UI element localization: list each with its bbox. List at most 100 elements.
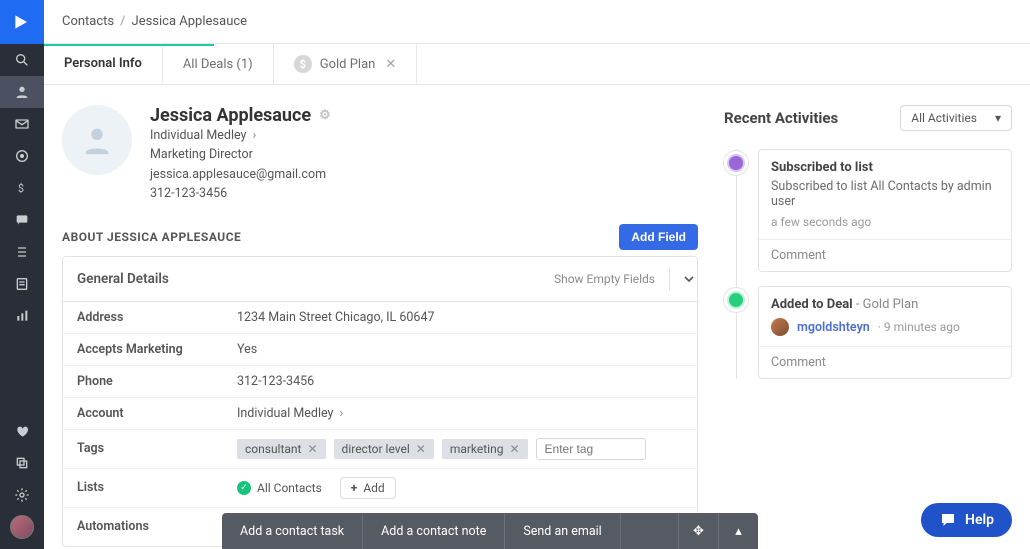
activity-sub: Subscribed to list All Contacts by admin… [771,179,999,209]
tag-remove-icon[interactable]: ✕ [509,442,519,456]
breadcrumb: Contacts / Jessica Applesauce [44,0,1030,44]
envelope-icon [14,116,30,132]
user-avatar-icon [771,318,789,336]
field-label-address: Address [77,310,237,325]
caret-down-icon: ▾ [995,111,1001,125]
tag-remove-icon[interactable]: ✕ [307,442,317,456]
list-chip[interactable]: ✓All Contacts [237,478,332,498]
activity-item: Added to Deal - Gold Plan mgoldshteyn · … [758,286,1012,379]
tag-chip[interactable]: director level✕ [334,439,434,459]
activities-filter-select[interactable]: All Activities ▾ [900,105,1012,131]
field-label-accepts: Accepts Marketing [77,342,237,357]
activity-comment-link[interactable]: Comment [759,239,1011,271]
gear-icon[interactable]: ⚙ [319,108,331,123]
nav-settings[interactable] [0,479,44,511]
heart-icon [14,423,30,439]
app-logo[interactable] [0,0,44,44]
field-value-lists: ✓All Contacts +Add [237,477,683,499]
form-icon [14,276,30,292]
contact-email[interactable]: jessica.applesauce@gmail.com [150,165,331,184]
send-email-button[interactable]: Send an email [505,513,620,549]
collapse-action-bar[interactable]: ▴ [718,513,758,549]
panel-title: General Details [77,271,169,287]
activity-title: Subscribed to list [771,160,873,175]
nav-automations[interactable] [0,140,44,172]
dollar-icon: $ [14,180,30,196]
about-heading: ABOUT JESSICA APPLESAUCE [62,230,241,244]
activity-time: a few seconds ago [771,215,999,229]
field-value-account[interactable]: Individual Medley [237,406,683,421]
tab-all-deals[interactable]: All Deals (1) [163,44,274,84]
field-value-accepts[interactable]: Yes [237,342,683,357]
help-widget[interactable]: Help [921,503,1012,537]
tab-personal-info[interactable]: Personal Info [44,44,163,84]
nav-campaigns[interactable] [0,108,44,140]
contact-company[interactable]: Individual Medley [150,126,331,145]
tab-label: Gold Plan [320,57,376,72]
nav-contacts[interactable] [0,76,44,108]
field-value-tags: consultant✕ director level✕ marketing✕ [237,438,683,460]
progress-indicator [44,44,214,46]
field-value-address[interactable]: 1234 Main Street Chicago, IL 60647 [237,310,683,325]
help-label: Help [965,512,994,528]
tag-chip[interactable]: marketing✕ [442,439,528,459]
contact-avatar[interactable] [62,105,132,175]
field-label-tags: Tags [77,441,237,456]
activity-time: · 9 minutes ago [878,320,960,334]
breadcrumb-sep: / [120,14,125,29]
close-icon[interactable]: ✕ [385,57,396,72]
tag-remove-icon[interactable]: ✕ [416,442,426,456]
activity-title: Added to Deal [771,297,853,312]
nav-conversations[interactable] [0,204,44,236]
field-label-automations: Automations [77,519,237,534]
chart-icon [14,308,30,324]
list-icon [14,244,30,260]
tab-label: All Deals (1) [183,57,253,72]
add-field-button[interactable]: Add Field [619,224,698,250]
tab-bar: Personal Info All Deals (1) $ Gold Plan … [44,44,1030,85]
activity-deal-icon [724,288,748,312]
field-label-lists: Lists [77,480,237,495]
plus-icon: + [351,481,358,495]
add-note-button[interactable]: Add a contact note [363,513,505,549]
main-area: Contacts / Jessica Applesauce Personal I… [44,0,1030,549]
user-avatar-small [10,515,34,539]
chat-icon [14,212,30,228]
caret-up-icon: ▴ [735,524,742,539]
contact-name: Jessica Applesauce ⚙ [150,105,331,126]
nav-profile[interactable] [0,511,44,543]
search-icon [14,52,30,68]
quick-action-bar: Add a contact task Add a contact note Se… [222,513,758,549]
filter-label: All Activities [911,111,977,125]
contact-name-text: Jessica Applesauce [150,105,311,126]
breadcrumb-root[interactable]: Contacts [62,14,114,29]
nav-lists[interactable] [0,236,44,268]
activity-comment-link[interactable]: Comment [759,346,1011,378]
collapse-toggle[interactable] [669,267,697,291]
activity-deal-name: - Gold Plan [853,297,919,312]
nav-favorites[interactable] [0,415,44,447]
contact-phone[interactable]: 312-123-3456 [150,184,331,203]
nav-forms[interactable] [0,268,44,300]
sidebar: $ [0,0,44,549]
nav-reports[interactable] [0,300,44,332]
nav-search[interactable] [0,44,44,76]
check-icon: ✓ [237,481,251,495]
activity-user[interactable]: mgoldshteyn [797,320,870,335]
show-empty-fields-link[interactable]: Show Empty Fields [554,272,655,286]
tab-gold-plan[interactable]: $ Gold Plan ✕ [274,44,418,84]
tag-input[interactable] [536,438,646,460]
nav-apps[interactable] [0,447,44,479]
field-value-phone[interactable]: 312-123-3456 [237,374,683,389]
activity-list-icon [724,151,748,175]
nav-deals[interactable]: $ [0,172,44,204]
move-handle[interactable]: ✥ [678,513,718,549]
general-details-panel: General Details Show Empty Fields Addres… [62,256,698,547]
contact-title: Marketing Director [150,145,331,164]
recent-activities-heading: Recent Activities [724,109,838,127]
gear-icon [14,487,30,503]
add-task-button[interactable]: Add a contact task [222,513,363,549]
person-icon [80,123,114,157]
add-list-button[interactable]: +Add [340,477,396,499]
tag-chip[interactable]: consultant✕ [237,439,326,459]
